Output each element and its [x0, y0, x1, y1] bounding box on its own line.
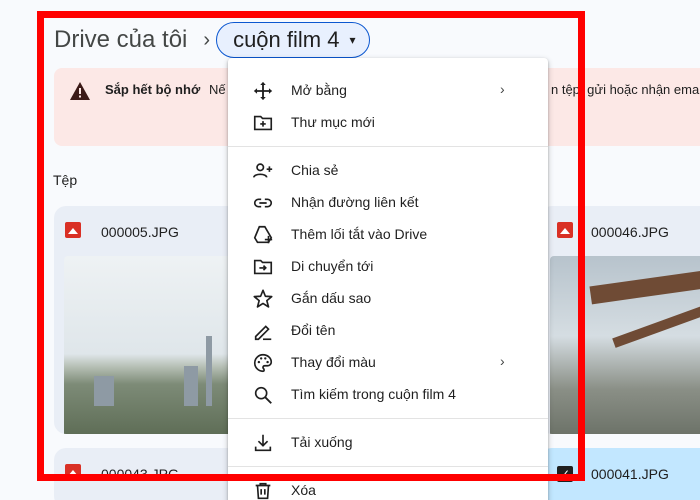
image-file-icon — [65, 464, 81, 480]
file-card[interactable]: 000043.JPG — [54, 448, 244, 500]
menu-item-label: Tìm kiếm trong cuộn film 4 — [291, 386, 456, 402]
menu-item-label: Chia sẻ — [291, 162, 339, 178]
image-file-icon — [65, 222, 81, 238]
breadcrumb-current-label: cuộn film 4 — [233, 27, 340, 52]
file-name: 000046.JPG — [591, 224, 669, 240]
menu-item-download[interactable]: Tải xuống — [228, 426, 548, 458]
pencil-icon — [254, 325, 272, 341]
drive-page: Drive của tôi › cuộn film 4 ▾ Sắp hết bộ… — [0, 0, 700, 500]
move-to-folder-icon — [253, 259, 273, 275]
file-name: 000041.JPG — [591, 466, 669, 482]
warning-icon — [70, 82, 90, 100]
menu-item-label: Thêm lối tắt vào Drive — [291, 226, 428, 242]
menu-item-label: Đổi tên — [291, 322, 336, 338]
file-thumbnail — [64, 256, 234, 434]
menu-item-label: Thư mục mới — [291, 114, 375, 130]
caret-down-icon: ▾ — [349, 33, 356, 47]
trash-icon — [255, 482, 271, 500]
thumbnail-detail — [612, 294, 700, 348]
menu-item-share[interactable]: Chia sẻ — [228, 154, 548, 186]
link-icon — [253, 198, 273, 208]
menu-item-label: Thay đổi màu — [291, 354, 376, 370]
file-name: 000043.JPG — [101, 466, 179, 482]
chevron-right-icon: › — [500, 353, 505, 369]
banner-text-right: n tệp, gửi hoặc nhận ema — [551, 82, 700, 97]
drive-shortcut-icon — [253, 225, 273, 244]
person-add-icon — [253, 163, 273, 178]
chevron-right-icon: › — [203, 28, 211, 51]
menu-item-label: Nhận đường liên kết — [291, 194, 419, 210]
thumbnail-detail — [206, 336, 212, 406]
menu-item-search-in-folder[interactable]: Tìm kiếm trong cuộn film 4 — [228, 378, 548, 410]
menu-divider — [228, 418, 548, 419]
menu-item-label: Tải xuống — [291, 434, 353, 450]
thumbnail-detail — [589, 265, 700, 305]
context-menu: Mở bằng › Thư mục mới Chia sẻ Nhận đường… — [228, 58, 548, 500]
files-section-label: Tệp — [53, 172, 78, 188]
banner-title: Sắp hết bộ nhớ — [105, 82, 201, 97]
breadcrumb: Drive của tôi › cuộn film 4 ▾ — [54, 22, 371, 58]
menu-item-delete[interactable]: Xóa — [228, 474, 548, 500]
image-file-icon — [557, 222, 573, 238]
menu-item-change-color[interactable]: Thay đổi màu › — [228, 346, 548, 378]
file-card-selected[interactable]: ✓ 000041.JPG — [540, 448, 700, 500]
menu-divider — [228, 466, 548, 467]
breadcrumb-root[interactable]: Drive của tôi — [54, 26, 187, 54]
menu-item-label: Mở bằng — [291, 82, 347, 98]
thumbnail-detail — [184, 366, 198, 406]
menu-item-move-to[interactable]: Di chuyển tới — [228, 250, 548, 282]
menu-item-rename[interactable]: Đổi tên — [228, 314, 548, 346]
banner-text: Nế — [209, 82, 226, 97]
file-name: 000005.JPG — [101, 224, 179, 240]
checkbox-checked-icon[interactable]: ✓ — [557, 466, 573, 482]
move-icon — [253, 81, 273, 101]
breadcrumb-current-folder-button[interactable]: cuộn film 4 ▾ — [216, 22, 371, 58]
menu-item-open-with[interactable]: Mở bằng › — [228, 74, 548, 106]
file-card[interactable]: 000005.JPG — [54, 206, 244, 434]
menu-item-star[interactable]: Gắn dấu sao — [228, 282, 548, 314]
new-folder-icon — [253, 115, 273, 131]
menu-item-label: Di chuyển tới — [291, 258, 374, 274]
menu-item-add-shortcut[interactable]: Thêm lối tắt vào Drive — [228, 218, 548, 250]
palette-icon — [254, 353, 273, 373]
thumbnail-detail — [94, 376, 114, 406]
search-icon — [254, 386, 272, 404]
star-icon — [253, 289, 273, 308]
download-icon — [254, 434, 272, 452]
file-thumbnail — [550, 256, 700, 434]
menu-item-get-link[interactable]: Nhận đường liên kết — [228, 186, 548, 218]
chevron-right-icon: › — [500, 81, 505, 97]
file-card[interactable]: 000046.JPG — [540, 206, 700, 434]
menu-item-label: Gắn dấu sao — [291, 290, 372, 306]
menu-item-label: Xóa — [291, 482, 316, 498]
menu-item-new-folder[interactable]: Thư mục mới — [228, 106, 548, 138]
menu-divider — [228, 146, 548, 147]
